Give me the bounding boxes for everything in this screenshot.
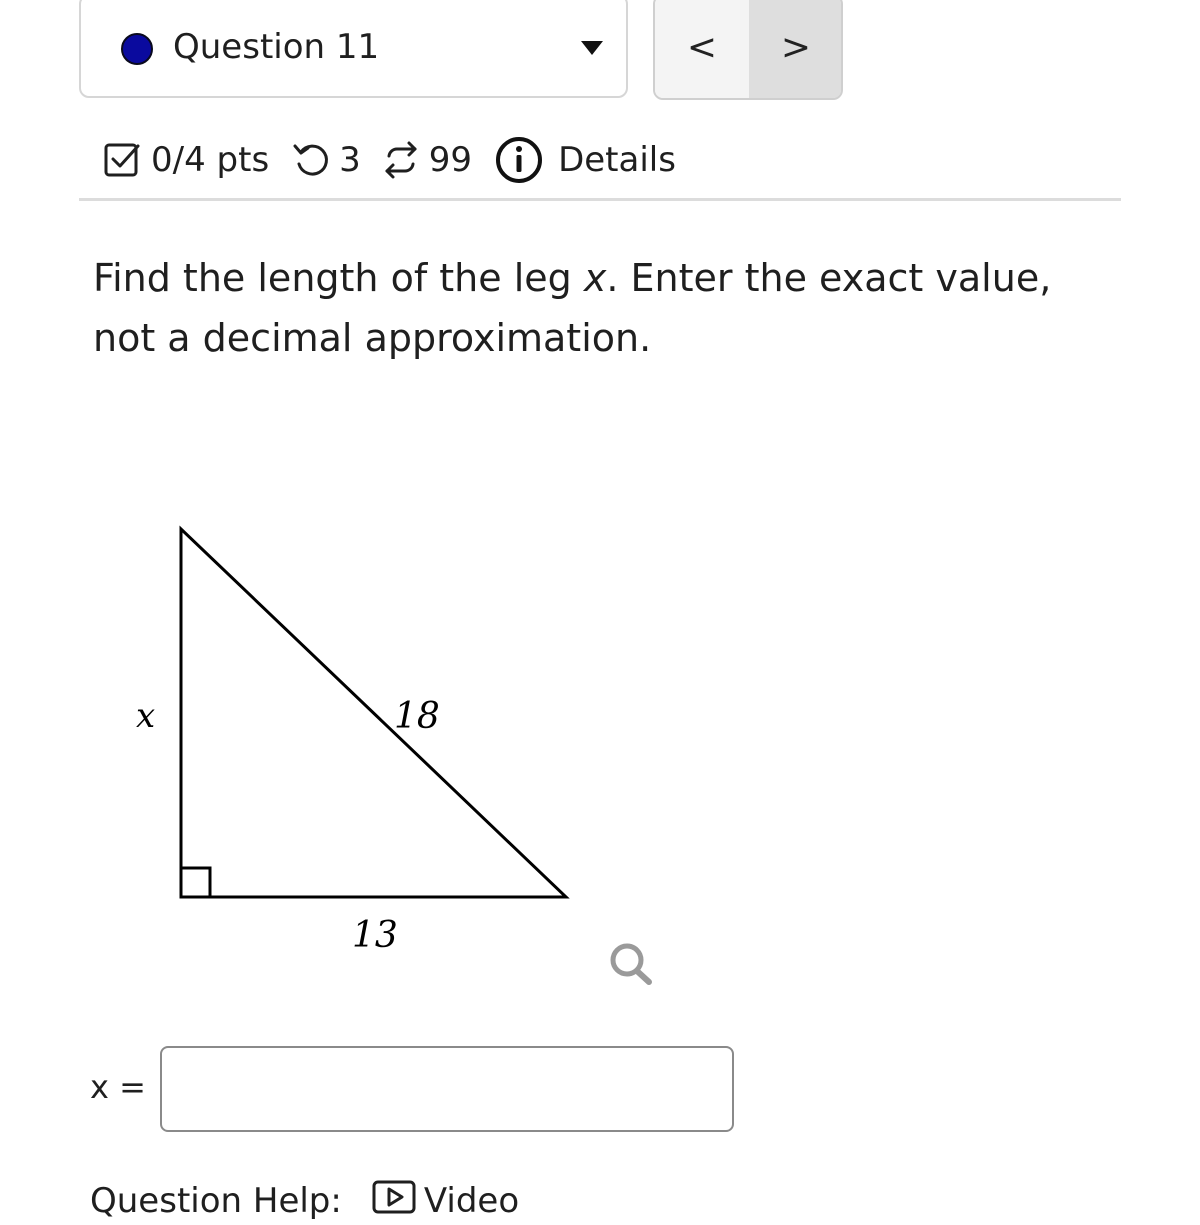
question-meta: 0/4 pts 3 99 Details xyxy=(103,136,676,184)
base-label: 13 xyxy=(352,915,398,956)
triangle-figure: x 18 13 xyxy=(120,515,590,969)
question-selector-label: Question 11 xyxy=(173,27,380,67)
leg-label: x xyxy=(136,696,155,736)
video-icon xyxy=(372,1176,418,1225)
magnifier-icon[interactable] xyxy=(606,940,654,992)
prompt-text-start: Find the length of the leg xyxy=(93,256,584,300)
divider xyxy=(79,198,1121,201)
status-dot-icon xyxy=(121,33,153,65)
question-nav: < > xyxy=(653,0,843,100)
chevron-left-icon: < xyxy=(686,26,718,68)
details-link[interactable]: Details xyxy=(558,140,676,180)
question-selector[interactable]: Question 11 xyxy=(79,0,628,98)
next-question-button[interactable]: > xyxy=(749,0,841,98)
info-icon[interactable] xyxy=(494,135,544,185)
attempts-text: 3 xyxy=(339,140,361,180)
question-help-label: Question Help: xyxy=(90,1180,342,1221)
hypotenuse-label: 18 xyxy=(394,696,440,737)
caret-down-icon xyxy=(581,41,603,55)
prompt-variable: x xyxy=(583,256,607,300)
video-link-text: Video xyxy=(423,1180,520,1221)
answer-input[interactable] xyxy=(160,1046,734,1132)
retry-icon xyxy=(291,140,331,180)
right-angle-marker xyxy=(179,866,212,899)
previous-question-button[interactable]: < xyxy=(655,0,751,98)
video-help-link[interactable]: Video xyxy=(372,1176,519,1225)
answer-label: x = xyxy=(90,1068,146,1106)
points-text: 0/4 pts xyxy=(151,140,270,180)
chevron-right-icon: > xyxy=(780,26,812,68)
question-help: Question Help: Video xyxy=(90,1176,519,1225)
question-prompt: Find the length of the leg x. Enter the … xyxy=(93,248,1093,368)
swap-icon xyxy=(381,140,421,180)
right-triangle xyxy=(179,525,570,899)
checkbox-icon xyxy=(103,140,143,180)
versions-text: 99 xyxy=(428,140,473,180)
